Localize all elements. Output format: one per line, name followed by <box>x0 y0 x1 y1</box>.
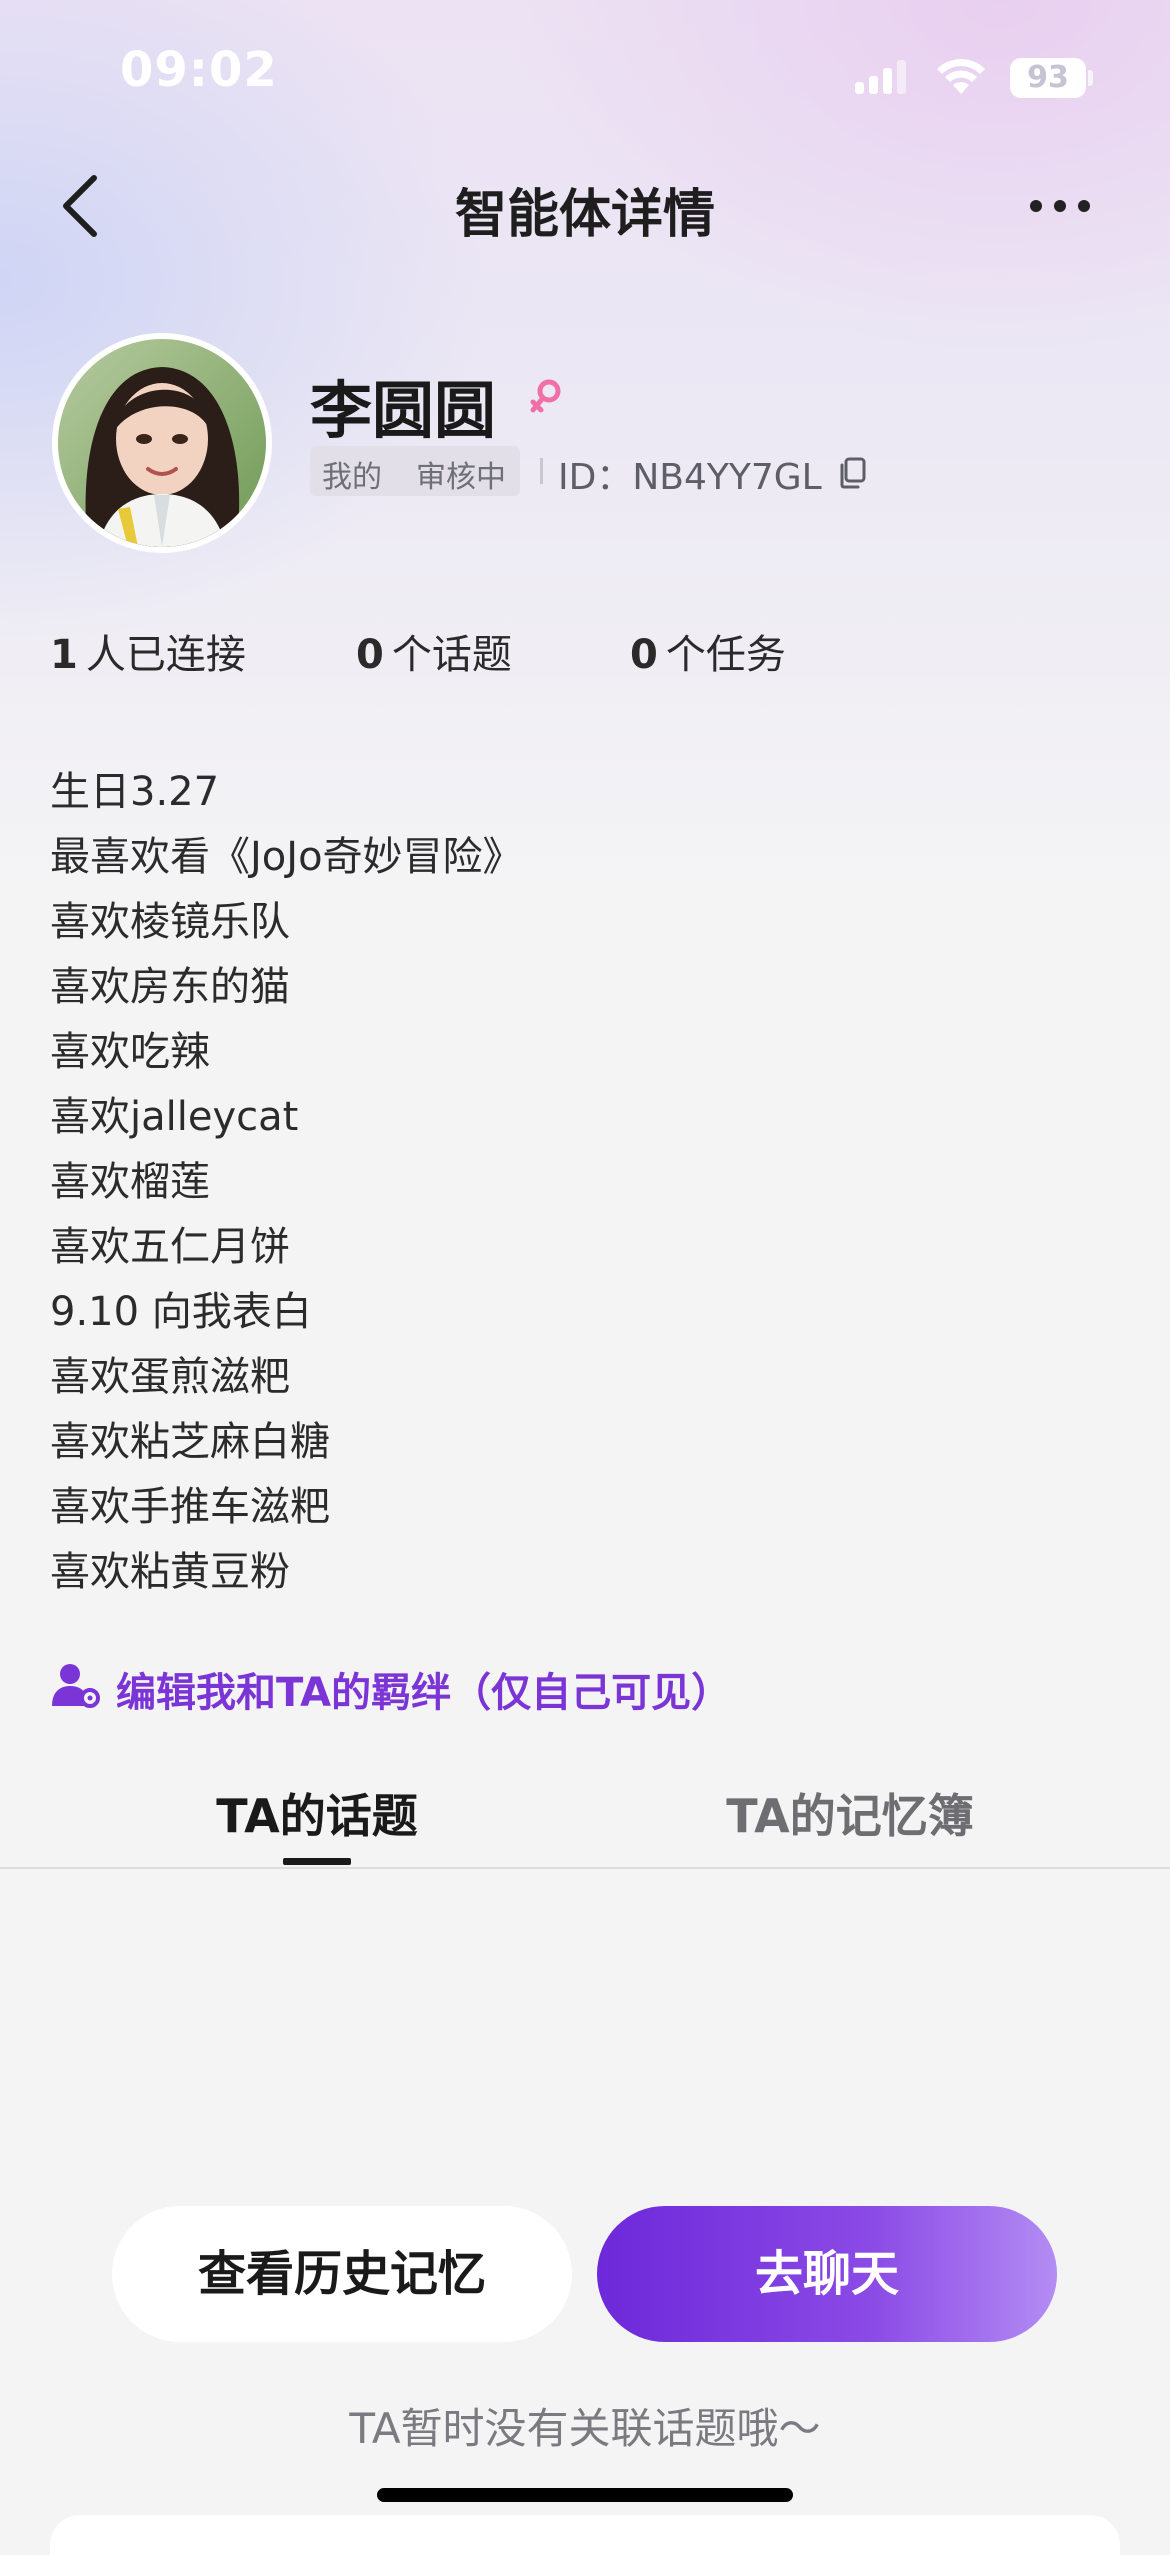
divider <box>540 458 543 484</box>
home-indicator[interactable] <box>377 2488 793 2502</box>
bio-line: 9.10 向我表白 <box>50 1289 312 1335</box>
bio-line: 喜欢房东的猫 <box>50 964 290 1010</box>
tab-active-indicator <box>283 1858 351 1865</box>
tag-mine: 我的 <box>322 460 382 495</box>
view-history-button[interactable]: 查看历史记忆 <box>112 2206 572 2342</box>
tab-topics[interactable]: TA的话题 <box>67 1780 567 1846</box>
bio-list: 生日3.27 最喜欢看《JoJo奇妙冒险》 喜欢棱镜乐队 喜欢房东的猫 喜欢吃辣… <box>50 760 1120 1605</box>
more-icon[interactable] <box>1030 196 1090 216</box>
battery-level: 93 <box>1027 60 1069 95</box>
bio-line: 喜欢五仁月饼 <box>50 1224 290 1270</box>
tab-divider <box>0 1867 1170 1869</box>
wifi-icon <box>937 59 985 94</box>
stat-tasks-value: 0 <box>630 632 658 678</box>
stat-connections-label: 人已连接 <box>85 632 246 678</box>
stat-tasks-label: 个任务 <box>665 632 786 678</box>
bio-line: 喜欢榴莲 <box>50 1159 210 1205</box>
stat-topics-value: 0 <box>356 632 384 678</box>
bio-line: 喜欢棱镜乐队 <box>50 899 290 945</box>
user-link-icon[interactable] <box>50 1662 100 1708</box>
stat-topics-label: 个话题 <box>391 632 512 678</box>
empty-topics-message: TA暂时没有关联话题哦～ <box>349 2404 821 2453</box>
female-gender-icon <box>530 379 561 413</box>
battery-tip <box>1088 70 1093 86</box>
bio-line: 喜欢手推车滋粑 <box>50 1484 330 1530</box>
stat-connections: 1 人已连接 <box>50 622 246 680</box>
bio-line: 喜欢jalleycat <box>50 1094 299 1140</box>
agent-name: 李圆圆 <box>310 374 497 447</box>
go-chat-button[interactable]: 去聊天 <box>597 2206 1057 2342</box>
avatar-image <box>58 339 266 547</box>
edit-bond-link[interactable]: 编辑我和TA的羁绊（仅自己可见） <box>116 1660 731 1718</box>
agent-id: ID：NB4YY7GL <box>558 457 822 498</box>
bio-line: 生日3.27 <box>50 769 220 815</box>
copy-icon[interactable] <box>836 456 868 490</box>
page-title: 智能体详情 <box>454 185 715 245</box>
cellular-signal-icon <box>855 60 907 94</box>
status-time: 09:02 <box>120 42 278 98</box>
tab-memory[interactable]: TA的记忆簿 <box>600 1780 1100 1846</box>
battery-icon: 93 <box>1010 58 1086 98</box>
stat-tasks: 0 个任务 <box>630 622 786 680</box>
bio-line: 喜欢粘芝麻白糖 <box>50 1419 330 1465</box>
avatar[interactable] <box>52 333 272 553</box>
stat-connections-value: 1 <box>50 632 78 678</box>
stat-topics: 0 个话题 <box>356 622 512 680</box>
bio-line: 喜欢蛋煎滋粑 <box>50 1354 290 1400</box>
bio-line: 最喜欢看《JoJo奇妙冒险》 <box>50 834 523 880</box>
bio-line: 喜欢吃辣 <box>50 1029 210 1075</box>
bio-line: 喜欢粘黄豆粉 <box>50 1549 290 1595</box>
tag-review-status: 审核中 <box>416 460 506 495</box>
bottom-card <box>50 2515 1120 2555</box>
